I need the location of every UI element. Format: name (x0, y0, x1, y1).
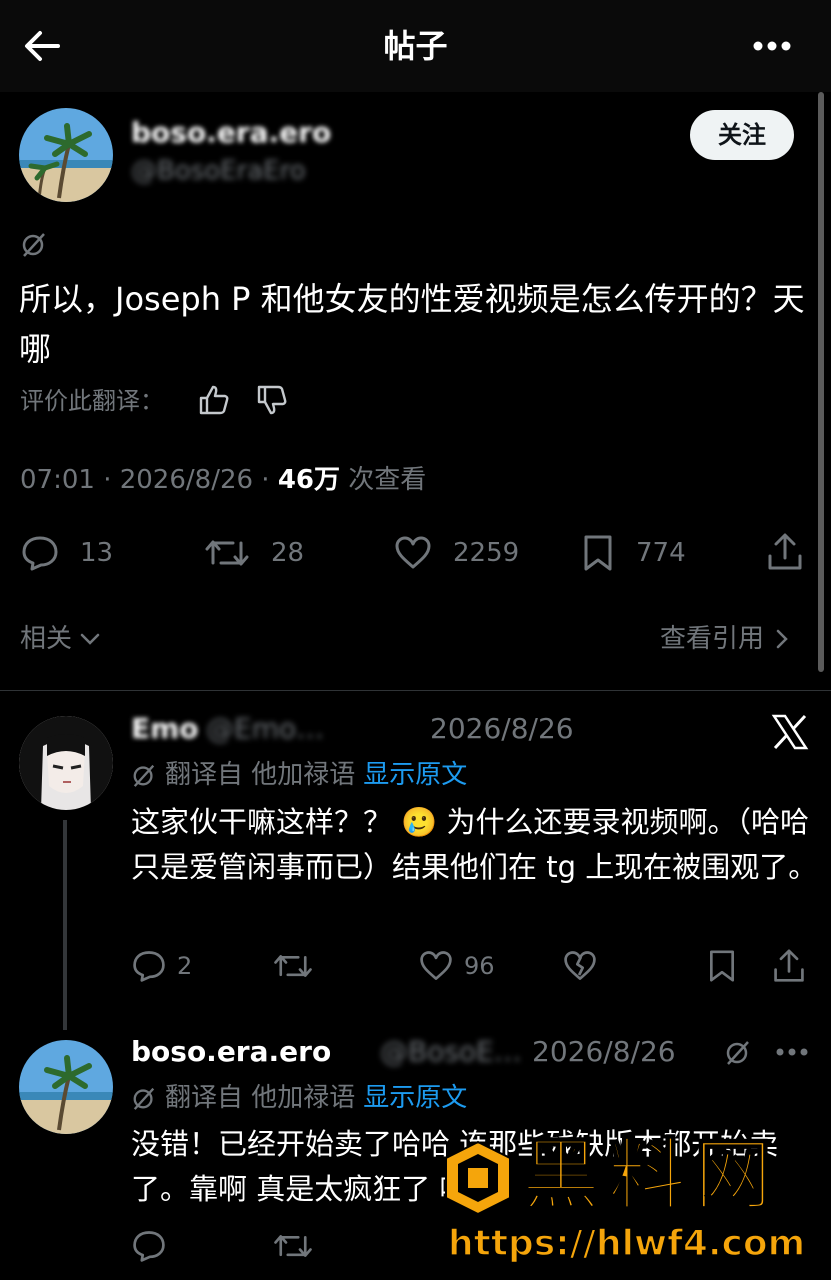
share-icon[interactable] (772, 946, 806, 986)
author-handle[interactable]: @BosoEraEro (131, 156, 306, 186)
share-icon[interactable] (766, 532, 804, 572)
repost-icon (205, 540, 249, 566)
bookmark-icon (584, 535, 612, 571)
view-quotes-label: 查看引用 (660, 624, 765, 654)
reply-icon (133, 1231, 165, 1262)
translated-from-label: 翻译自 他加禄语 (165, 1083, 356, 1113)
chevron-right-icon (776, 629, 788, 649)
reply-text: 这家伙干嘛这样？？ 🥲 为什么还要录视频啊。（哈哈只是爱管闲事而已）结果他们在 … (131, 805, 818, 884)
bookmark-icon (710, 950, 734, 982)
rate-translation-label: 评价此翻译： (20, 387, 164, 415)
reply-author-name[interactable]: Emo (131, 712, 199, 745)
like-count: 96 (464, 952, 495, 980)
bookmark-button[interactable] (706, 946, 738, 986)
show-original-link[interactable]: 显示原文 (363, 1080, 467, 1116)
post-timestamp: 07:01 · 2026/8/26 · (20, 465, 278, 495)
like-button[interactable]: 96 (418, 946, 495, 986)
more-options-icon[interactable] (770, 1036, 814, 1068)
show-original-link[interactable]: 显示原文 (363, 757, 467, 793)
reply-count: 13 (80, 538, 114, 568)
scrollbar[interactable] (818, 92, 824, 672)
thumbs-down-icon[interactable] (256, 384, 288, 416)
follow-button[interactable]: 关注 (690, 110, 794, 160)
post-text: 所以，Joseph P 和他女友的性爱视频是怎么传开的？天哪 (19, 280, 805, 368)
like-count: 2259 (453, 538, 520, 568)
watermark-logo-icon (438, 1138, 518, 1218)
reply-avatar[interactable] (19, 716, 113, 810)
reply-author-name[interactable]: boso.era.ero (131, 1035, 331, 1068)
reply-button[interactable] (131, 1226, 167, 1266)
thread-line (63, 820, 67, 1030)
reply-date: 2026/8/26 (532, 1035, 676, 1068)
view-count: 46万 (277, 465, 341, 495)
reply-author-handle[interactable]: @BosoE… (380, 1035, 522, 1068)
broken-heart-icon (564, 951, 596, 980)
repost-button[interactable] (272, 1226, 314, 1266)
chevron-down-icon (80, 633, 100, 645)
reply-button[interactable]: 13 (20, 533, 113, 573)
reply-button[interactable]: 2 (131, 946, 192, 986)
view-quotes-link[interactable]: 查看引用 (660, 620, 790, 658)
reply-author-handle[interactable]: @Emo… (206, 712, 324, 745)
repost-count: 28 (271, 538, 305, 568)
related-toggle[interactable]: 相关 (20, 620, 102, 658)
dislike-button[interactable] (562, 946, 598, 986)
related-label: 相关 (20, 624, 73, 654)
repost-button[interactable] (272, 946, 314, 986)
reply-avatar[interactable] (19, 1040, 113, 1134)
translate-icon (133, 764, 155, 787)
repost-button[interactable]: 28 (203, 533, 304, 573)
watermark-url: https://hlwf4.com (447, 1222, 806, 1265)
post-metadata: 07:01 · 2026/8/26 · 46万 次查看 (20, 462, 426, 498)
reply-icon (133, 951, 165, 982)
repost-icon (274, 955, 312, 977)
divider (0, 690, 831, 691)
reply-icon (22, 536, 58, 571)
author-name[interactable]: boso.era.ero (131, 116, 331, 149)
translate-icon (20, 230, 48, 258)
watermark-brand: 黑料网 (521, 1130, 781, 1222)
author-avatar[interactable] (19, 108, 113, 202)
translation-notice: 翻译自 他加禄语 显示原文 (131, 757, 467, 793)
thumbs-up-icon[interactable] (198, 384, 230, 416)
more-options-icon[interactable] (746, 22, 798, 70)
views-label: 次查看 (340, 465, 427, 495)
reply-count: 2 (177, 952, 193, 980)
page-title: 帖子 (383, 27, 448, 65)
reply-date: 2026/8/26 (430, 712, 574, 745)
bookmark-button[interactable]: 774 (580, 533, 686, 573)
heart-icon (395, 536, 431, 569)
translate-icon (133, 1087, 155, 1110)
x-logo-icon (770, 712, 810, 752)
heart-icon (420, 951, 452, 980)
like-button[interactable]: 2259 (393, 533, 519, 573)
translation-notice: 翻译自 他加禄语 显示原文 (131, 1080, 467, 1116)
bookmark-count: 774 (636, 538, 686, 568)
translated-from-label: 翻译自 他加禄语 (165, 760, 356, 790)
repost-icon (274, 1235, 312, 1257)
translate-icon (724, 1038, 752, 1066)
